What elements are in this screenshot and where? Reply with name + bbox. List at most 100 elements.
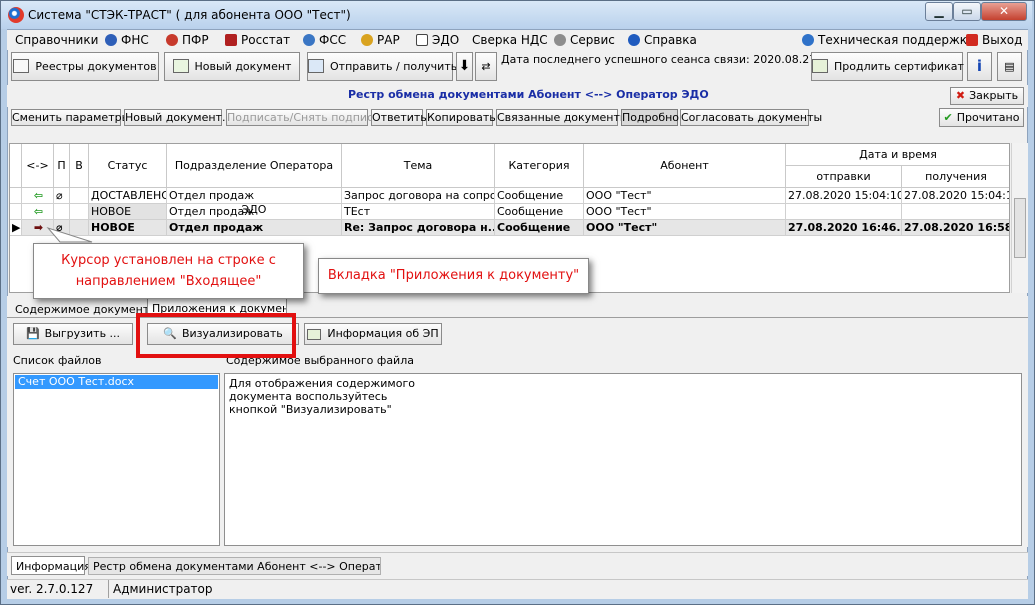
menu-rar[interactable]: РАР (361, 33, 400, 47)
signature-info-button[interactable]: Информация об ЭП (304, 323, 442, 345)
cell-status: ДОСТАВЛЕНО (89, 188, 167, 204)
close-registry-button[interactable]: ✖ Закрыть (950, 87, 1024, 105)
down-arrow-button[interactable]: ⬇ (456, 52, 473, 81)
column-status[interactable]: Статус (89, 144, 167, 188)
column-subscriber[interactable]: Абонент (584, 144, 786, 188)
arrow-down-icon: ⬇ (458, 58, 471, 74)
tab-registry[interactable]: Рестр обмена документами Абонент <--> Оп… (88, 557, 381, 575)
maximize-button[interactable]: ▭ (953, 2, 981, 21)
cell-subscriber: ООО "Тест" (584, 188, 786, 204)
cell-sent (786, 204, 902, 220)
certificate-icon (812, 59, 828, 73)
fss-icon (303, 34, 315, 46)
app-logo-icon (8, 7, 24, 23)
incoming-arrow-icon: ➡ (22, 220, 54, 236)
registries-button[interactable]: Реестры документов (11, 52, 159, 81)
column-category[interactable]: Категория (495, 144, 584, 188)
cell-department: Отдел продаж (167, 204, 342, 220)
attachment-icon: ⌀ (54, 188, 70, 204)
column-v[interactable]: В (70, 144, 89, 188)
tab-document-content[interactable]: Содержимое документа (15, 303, 156, 316)
sync-button[interactable]: ⇄ (475, 52, 497, 81)
menu-fss[interactable]: ФСС (303, 33, 346, 47)
column-sent[interactable]: отправки (786, 166, 902, 188)
close-icon: ✖ (955, 89, 966, 102)
cell-status: НОВОЕ (89, 220, 167, 236)
sync-icon: ⇄ (481, 60, 491, 73)
menu-pfr[interactable]: ПФР (166, 33, 209, 47)
column-received[interactable]: получения (902, 166, 1009, 188)
menu-rosstat[interactable]: Росстат (225, 33, 290, 47)
send-receive-button[interactable]: Отправить / получить (307, 52, 457, 81)
sign-button[interactable]: Подписать/Снять подпись (226, 109, 380, 126)
column-direction[interactable]: <-> (22, 144, 54, 188)
exit-icon (966, 34, 978, 46)
callout-cursor-note: Курсор установлен на строке с направлени… (33, 243, 304, 299)
status-divider (108, 580, 109, 598)
mark-read-button[interactable]: ✔ Прочитано (939, 108, 1024, 127)
menu-service[interactable]: Сервис (554, 33, 615, 47)
registry-icon (13, 59, 30, 73)
file-content-view: Для отображения содержимого документа во… (224, 373, 1022, 546)
callout-tab-note: Вкладка "Приложения к документу" (318, 258, 589, 294)
cell-sent: 27.08.2020 15:04:10 (786, 188, 902, 204)
cell-subscriber: ООО "Тест" (584, 220, 786, 236)
window-title: Система "СТЭК-ТРАСТ" ( для абонента ООО … (28, 8, 351, 22)
column-datetime[interactable]: Дата и время (786, 144, 1009, 166)
send-receive-icon (308, 59, 324, 73)
cell-department: Отдел продаж (167, 220, 342, 236)
menu-exit[interactable]: Выход (966, 33, 1022, 47)
details-button[interactable]: Подробно (621, 109, 679, 126)
new-document-icon (172, 59, 189, 73)
info-button[interactable]: i (967, 52, 992, 81)
menu-references[interactable]: Справочники (15, 33, 98, 47)
scroll-thumb[interactable] (1014, 198, 1026, 258)
reply-button[interactable]: Ответить (371, 109, 427, 126)
cell-subject: Re: Запрос договора н... (342, 220, 495, 236)
checkmark-icon: ✔ (943, 111, 953, 124)
cell-department: Отдел продаж (167, 188, 342, 204)
document-icon: ▤ (1004, 60, 1015, 73)
column-p[interactable]: П (54, 144, 70, 188)
extend-certificate-button[interactable]: Продлить сертификат (811, 52, 964, 81)
close-window-button[interactable]: ✕ (981, 2, 1027, 21)
new-document-button[interactable]: Новый документ (164, 52, 300, 81)
grid-scrollbar[interactable] (1011, 143, 1028, 293)
user-text: Администратор (113, 582, 213, 596)
cell-received: 27.08.2020 15:04:11 (902, 189, 1010, 204)
gear-icon (554, 34, 566, 46)
last-session-text: Дата последнего успешного сеанса связи: … (501, 53, 852, 66)
column-subject[interactable]: Тема (342, 144, 495, 188)
change-params-button[interactable]: Сменить параметры (11, 109, 130, 126)
document-button[interactable]: ▤ (997, 52, 1022, 81)
cell-status: НОВОЕ (89, 204, 167, 220)
menu-fns[interactable]: ФНС (105, 33, 149, 47)
menu-help[interactable]: Справка (628, 33, 697, 47)
column-department[interactable]: Подразделение Оператора ЭДО (167, 144, 342, 216)
menu-tech-support[interactable]: Техническая поддержка (802, 33, 974, 47)
cell-subject: Запрос договора на сопров... (342, 188, 495, 204)
edo-icon (416, 34, 428, 46)
cell-subject: ТЕст (342, 204, 495, 220)
new-document-action-button[interactable]: Новый документ... (124, 109, 232, 126)
menu-vat-check[interactable]: Сверка НДС (472, 33, 548, 47)
menu-edo[interactable]: ЭДО (416, 33, 459, 47)
row-pointer-icon: ▶ (10, 220, 22, 236)
related-documents-button[interactable]: Связанные документы (496, 109, 629, 126)
approve-documents-button[interactable]: Согласовать документы (680, 109, 822, 126)
rar-icon (361, 34, 373, 46)
copy-button[interactable]: Копировать (426, 109, 496, 126)
files-list[interactable]: Счет ООО Тест.docx (13, 373, 220, 546)
info-icon: i (976, 57, 983, 75)
list-item-file[interactable]: Счет ООО Тест.docx (15, 375, 218, 389)
minimize-button[interactable]: ▁ (925, 2, 953, 21)
globe-icon (802, 34, 814, 46)
cell-category: Сообщение (495, 204, 584, 220)
certificate-icon (307, 329, 322, 340)
attachment-icon: ⌀ (54, 220, 70, 236)
version-text: ver. 2.7.0.127 (10, 582, 94, 596)
floppy-icon: 💾 (25, 327, 40, 340)
export-button[interactable]: 💾 Выгрузить ... (13, 323, 133, 345)
cell-received: 27.08.2020 16:58... (902, 220, 1009, 236)
tab-information[interactable]: Информация (11, 556, 91, 575)
